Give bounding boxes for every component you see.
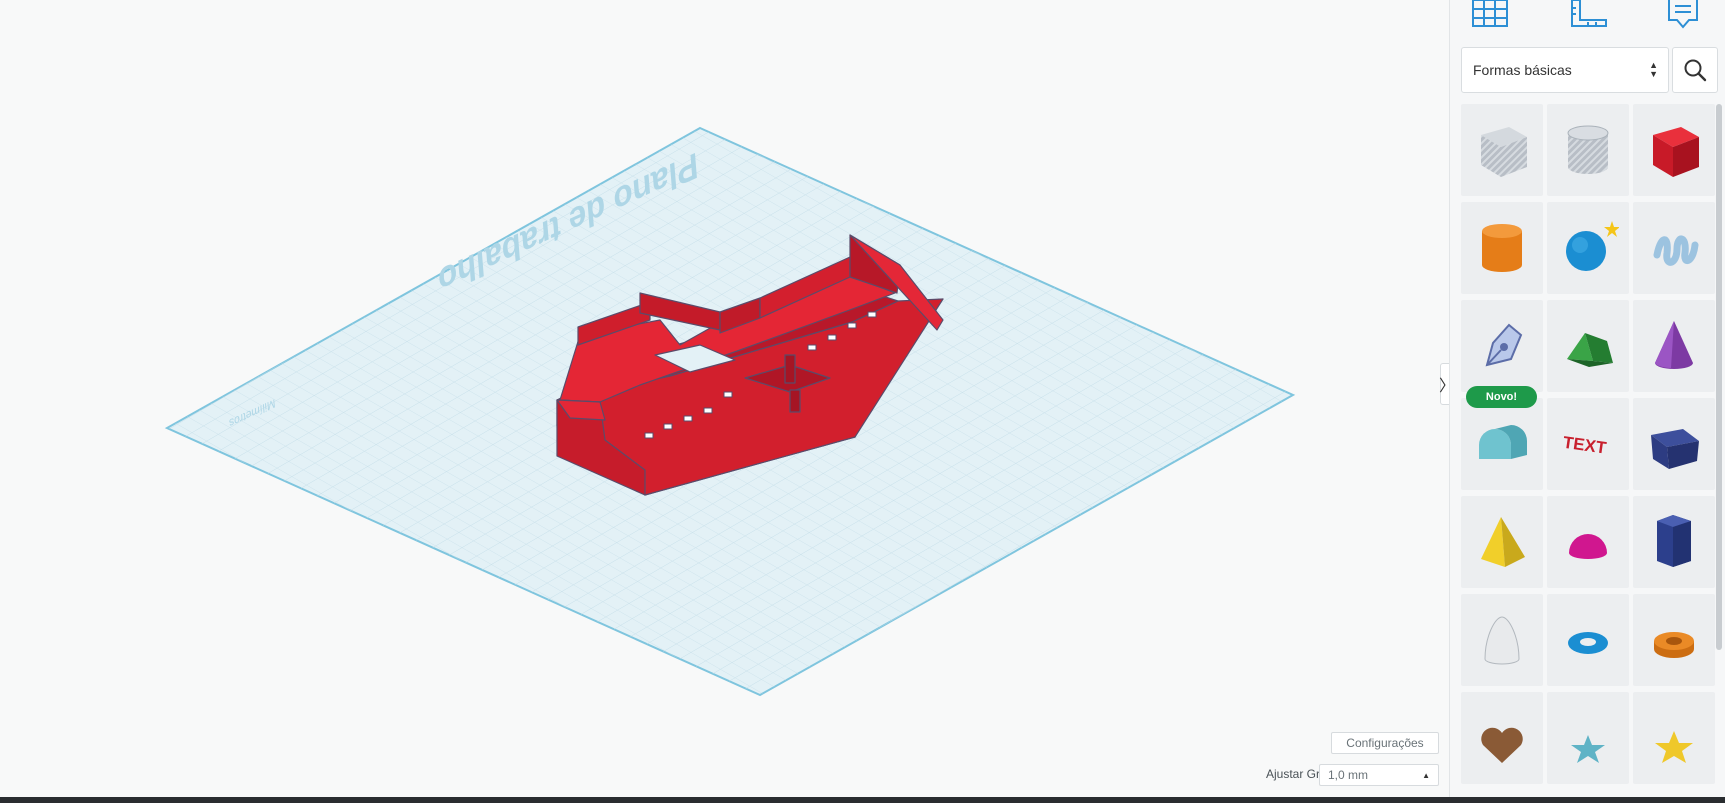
scribble-icon bbox=[1653, 235, 1699, 266]
shape-cylinder[interactable] bbox=[1461, 202, 1543, 294]
shape-sphere[interactable] bbox=[1547, 202, 1629, 294]
snap-grid-value: 1,0 mm bbox=[1328, 768, 1369, 782]
round-roof-icon bbox=[1479, 425, 1527, 459]
blue-polygon-icon bbox=[1657, 515, 1691, 567]
shape-tube[interactable] bbox=[1633, 594, 1715, 686]
shape-category-value: Formas básicas bbox=[1473, 62, 1572, 78]
pen-icon bbox=[1485, 323, 1523, 367]
shape-scribble[interactable] bbox=[1633, 202, 1715, 294]
notes-icon[interactable] bbox=[1663, 0, 1703, 30]
shape-cone[interactable] bbox=[1633, 300, 1715, 392]
striped-box-icon bbox=[1481, 127, 1527, 177]
shape-half-sphere[interactable] bbox=[1547, 496, 1629, 588]
shape-polygon[interactable] bbox=[1633, 496, 1715, 588]
shape-heart[interactable] bbox=[1461, 692, 1543, 784]
striped-cylinder-icon bbox=[1567, 125, 1609, 174]
magenta-half-sphere-icon bbox=[1569, 534, 1607, 559]
teal-star-icon bbox=[1571, 735, 1605, 763]
select-arrows-icon: ▲ ▼ bbox=[1649, 60, 1658, 79]
brown-heart-icon bbox=[1481, 727, 1523, 763]
search-icon bbox=[1684, 59, 1707, 82]
blue-wedge-icon bbox=[1651, 429, 1699, 469]
shape-paraboloid[interactable] bbox=[1461, 594, 1543, 686]
shape-generator[interactable] bbox=[1461, 300, 1543, 392]
new-badge: Novo! bbox=[1466, 386, 1537, 408]
yellow-star-icon bbox=[1655, 731, 1693, 763]
shape-box-hole[interactable] bbox=[1461, 104, 1543, 196]
shape-cylinder-hole[interactable] bbox=[1547, 104, 1629, 196]
yellow-pyramid-icon bbox=[1481, 517, 1525, 567]
panel-top-icons bbox=[1450, 0, 1725, 34]
taskbar-strip bbox=[0, 797, 1725, 803]
3d-viewport[interactable]: Plano de trabalho Milímetros bbox=[0, 0, 1448, 798]
shape-search-button[interactable] bbox=[1672, 47, 1718, 93]
shape-torus[interactable] bbox=[1547, 594, 1629, 686]
shape-box[interactable] bbox=[1633, 104, 1715, 196]
shape-wedge[interactable] bbox=[1633, 398, 1715, 490]
green-roof-icon bbox=[1567, 333, 1613, 367]
blue-sphere-icon bbox=[1566, 221, 1619, 271]
workplane-canvas[interactable]: Plano de trabalho Milímetros bbox=[0, 0, 1448, 798]
shapes-panel: Formas básicas ▲ ▼ TEXT Novo! bbox=[1449, 0, 1725, 798]
shape-roof[interactable] bbox=[1547, 300, 1629, 392]
orange-cylinder-icon bbox=[1482, 224, 1522, 272]
ruler-icon[interactable] bbox=[1568, 0, 1608, 30]
blue-torus-icon bbox=[1568, 632, 1608, 654]
shape-star-yellow[interactable] bbox=[1633, 692, 1715, 784]
text-3d-icon: TEXT bbox=[1562, 433, 1608, 458]
shape-category-select[interactable]: Formas básicas ▲ ▼ bbox=[1461, 47, 1669, 93]
workplane-grid-icon[interactable] bbox=[1471, 0, 1511, 30]
panel-scrollbar[interactable] bbox=[1716, 104, 1722, 650]
settings-button[interactable]: Configurações bbox=[1331, 732, 1439, 754]
svg-text:TEXT: TEXT bbox=[1562, 433, 1608, 458]
caret-up-icon: ▲ bbox=[1422, 771, 1430, 780]
orange-tube-icon bbox=[1654, 632, 1694, 658]
red-box-icon bbox=[1653, 127, 1699, 177]
white-paraboloid-icon bbox=[1484, 616, 1520, 665]
shape-text[interactable]: TEXT bbox=[1547, 398, 1629, 490]
shape-pyramid[interactable] bbox=[1461, 496, 1543, 588]
shape-round-roof[interactable] bbox=[1461, 398, 1543, 490]
snap-grid-select[interactable]: 1,0 mm ▲ bbox=[1319, 764, 1439, 786]
purple-cone-icon bbox=[1655, 321, 1693, 369]
shape-star[interactable] bbox=[1547, 692, 1629, 784]
